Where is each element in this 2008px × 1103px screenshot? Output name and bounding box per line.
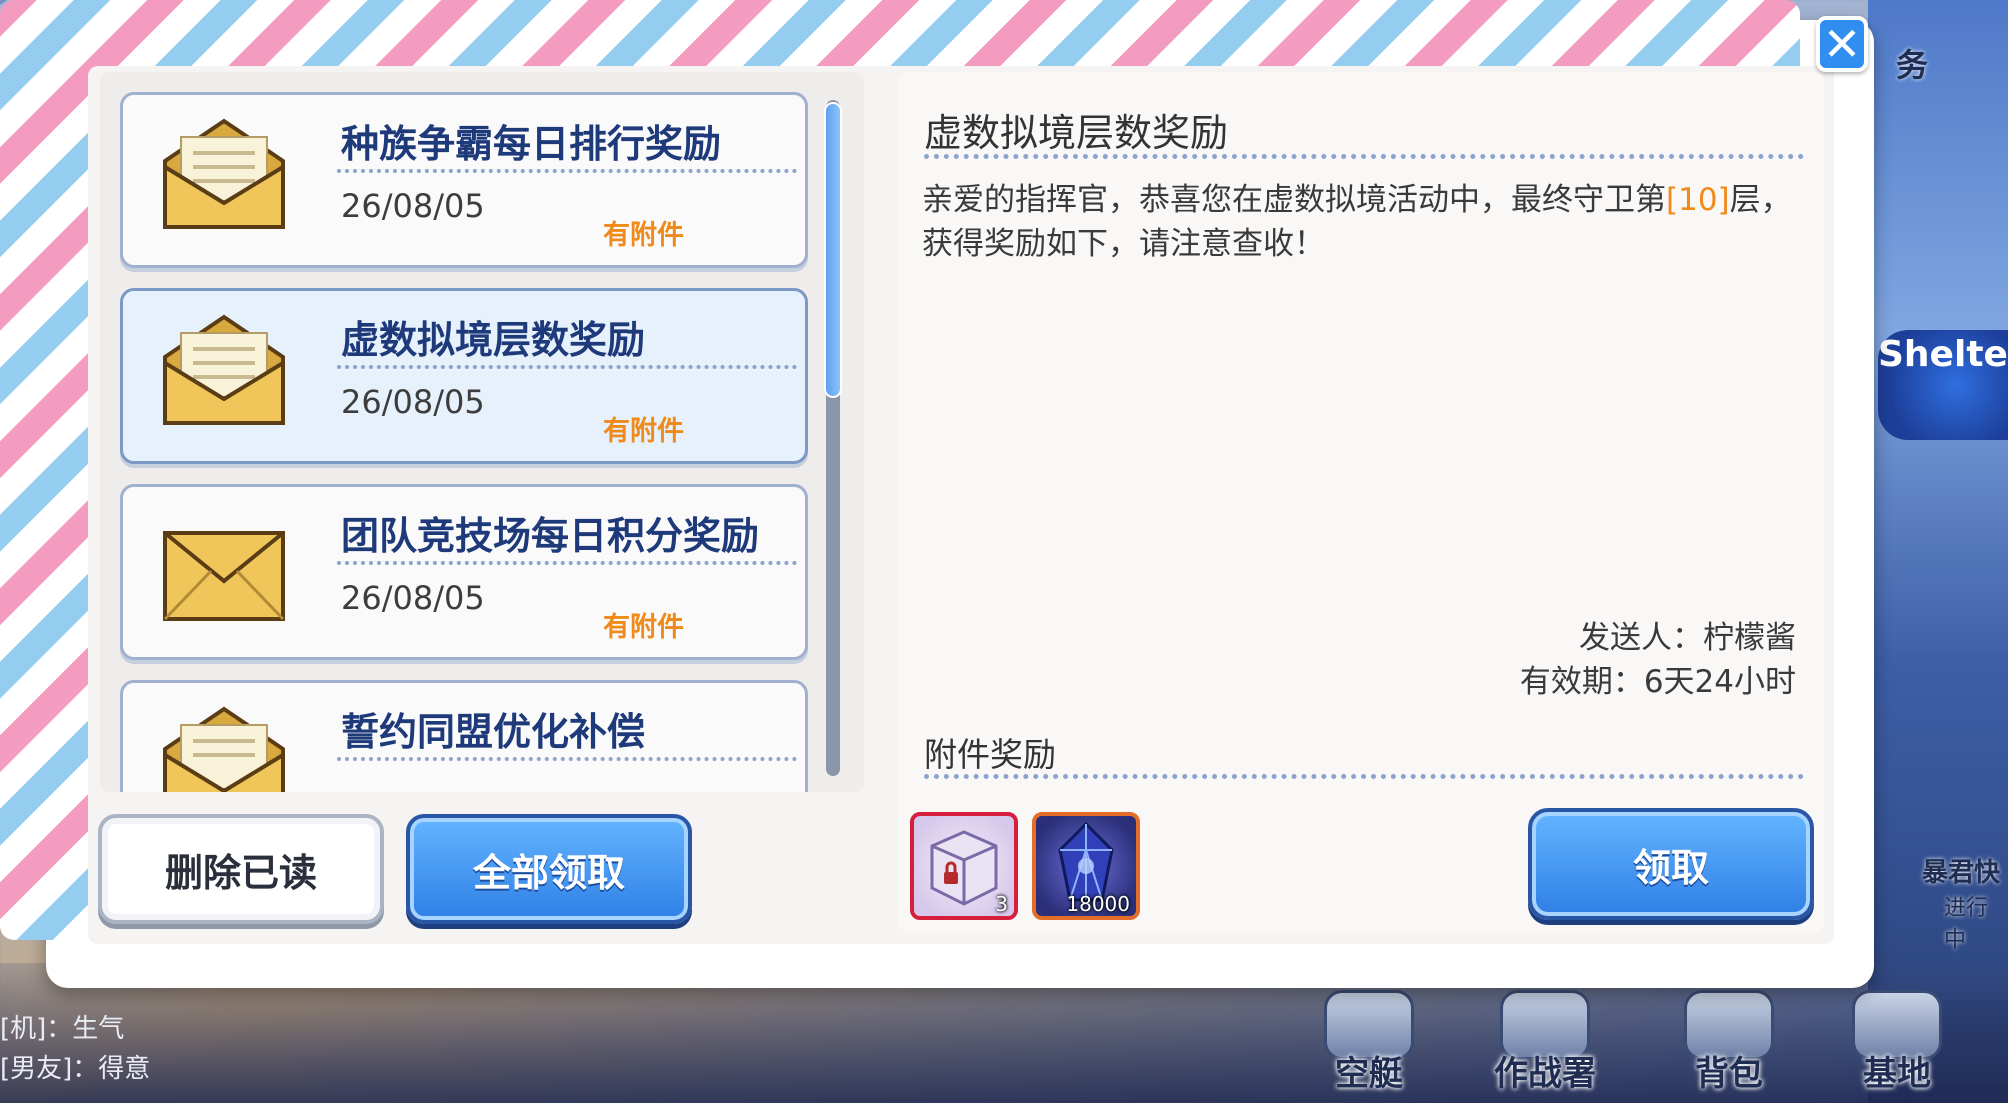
mail-list-panel: 种族争霸每日排行奖励 26/08/05 有附件 虚数拟境层数奖励 26/08/0…: [100, 72, 864, 792]
open-envelope-icon: [163, 706, 285, 792]
nav-airship[interactable]: 空艇: [1324, 990, 1414, 1095]
detail-title: 虚数拟境层数奖励: [924, 111, 1229, 155]
expiry-label: 有效期：6天24小时: [1519, 664, 1796, 700]
nav-command[interactable]: 作战署: [1494, 990, 1596, 1095]
floor-number: [10]: [1666, 182, 1730, 218]
mail-list-item-selected[interactable]: 虚数拟境层数奖励 26/08/05 有附件: [120, 288, 808, 464]
divider: [337, 561, 797, 565]
side-event-status: 进行中: [1944, 896, 1989, 953]
divider: [924, 774, 1804, 779]
divider: [337, 169, 797, 173]
divider: [924, 154, 1804, 159]
open-envelope-icon: [163, 118, 285, 229]
mail-title: 种族争霸每日排行奖励: [341, 122, 722, 166]
mail-list-item[interactable]: 种族争霸每日排行奖励 26/08/05 有附件: [120, 92, 808, 268]
mail-date: 26/08/05: [341, 187, 485, 225]
item-count: 18000: [1066, 892, 1130, 916]
attachment-badge: 有附件: [603, 612, 684, 643]
nav-backpack[interactable]: 背包: [1684, 990, 1774, 1095]
nav-label: 空艇: [1335, 1054, 1403, 1094]
mail-list-item[interactable]: 团队竞技场每日积分奖励 26/08/05 有附件: [120, 484, 808, 660]
closed-envelope-icon: [163, 531, 285, 621]
quest-tag[interactable]: 务: [1896, 40, 1928, 86]
nav-label: 背包: [1695, 1054, 1763, 1094]
attachment-badge: 有附件: [603, 416, 684, 447]
mail-title: 誓约同盟优化补偿: [341, 710, 646, 754]
claim-all-button[interactable]: 全部领取: [406, 814, 692, 924]
mail-title: 团队竞技场每日积分奖励: [341, 514, 760, 558]
item-count: 3: [995, 892, 1008, 916]
divider: [337, 757, 797, 761]
body-text: 亲爱的指挥官，恭喜您在虚数拟境活动中，最终守卫第: [922, 182, 1666, 218]
reward-item-slot[interactable]: 3: [910, 812, 1018, 920]
nav-label: 基地: [1863, 1054, 1931, 1094]
mail-list-item[interactable]: 誓约同盟优化补偿: [120, 680, 808, 792]
scrollbar-thumb[interactable]: [824, 102, 842, 398]
claim-button[interactable]: 领取: [1528, 808, 1814, 920]
nav-base[interactable]: 基地: [1852, 990, 1942, 1095]
attachments-title: 附件奖励: [924, 735, 1056, 774]
detail-body: 亲爱的指挥官，恭喜您在虚数拟境活动中，最终守卫第[10]层，获得奖励如下，请注意…: [922, 178, 1802, 266]
close-icon: ✕: [1822, 17, 1862, 71]
close-button[interactable]: ✕: [1816, 16, 1868, 72]
delete-read-button[interactable]: 删除已读: [98, 814, 384, 924]
divider: [337, 365, 797, 369]
chat-line[interactable]: [机]：生气: [0, 1008, 124, 1045]
nav-label: 作战署: [1494, 1054, 1596, 1094]
reward-item-slot[interactable]: 18000: [1032, 812, 1140, 920]
side-event-label[interactable]: 暴君快: [1922, 852, 2000, 889]
chat-line[interactable]: [男友]：得意: [0, 1048, 150, 1085]
attachment-badge: 有附件: [603, 220, 684, 251]
sender-label: 发送人：柠檬酱: [1579, 620, 1796, 656]
mail-date: 26/08/05: [341, 383, 485, 421]
open-envelope-icon: [163, 314, 285, 425]
shelter-building-icon[interactable]: Shelter: [1878, 330, 2008, 440]
shelter-label: Shelter: [1878, 334, 2008, 375]
mail-date: 26/08/05: [341, 579, 485, 617]
mail-title: 虚数拟境层数奖励: [341, 318, 646, 362]
